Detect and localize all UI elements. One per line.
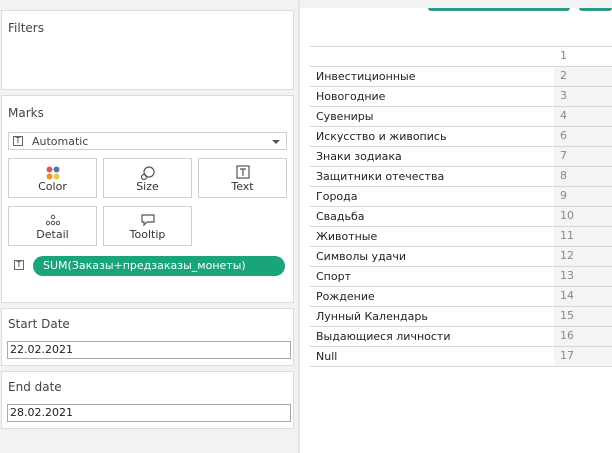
marks-title: Marks (8, 106, 44, 120)
table-row[interactable]: Защитники отечества 8 (310, 167, 612, 187)
row-value: 2 (560, 69, 567, 82)
row-label: Null (316, 350, 338, 363)
row-value: 3 (560, 89, 567, 102)
row-value: 7 (560, 149, 567, 162)
row-label: Спорт (316, 270, 351, 283)
view-area: 1 Инвестиционные 2 Новогодние 3 Сувениры 4 Иск… (300, 8, 612, 453)
row-label: Защитники отечества (316, 170, 445, 183)
table-row[interactable]: Выдающиеся личности 16 (310, 327, 612, 347)
text-mark-icon: T (13, 136, 23, 146)
row-label: Символы удачи (316, 250, 407, 263)
detail-button[interactable]: Detail (8, 206, 97, 246)
row-label: Сувениры (316, 110, 374, 123)
row-label: Выдающиеся личности (316, 330, 451, 343)
row-value: 16 (560, 329, 574, 342)
text-mark-icon: T (14, 260, 24, 270)
row-label: Инвестиционные (316, 70, 416, 83)
chevron-down-icon[interactable] (272, 140, 280, 144)
table-row[interactable]: Животные 11 (310, 227, 612, 247)
size-icon (140, 166, 155, 181)
table-row[interactable]: Лунный Календарь 15 (310, 307, 612, 327)
color-dots-icon (46, 166, 59, 180)
table-row[interactable]: Свадьба 10 (310, 207, 612, 227)
end-date-card: End date 28.02.2021 (1, 371, 294, 429)
header-value: 1 (560, 49, 567, 62)
end-date-title: End date (8, 380, 62, 394)
table-row[interactable]: Символы удачи 12 (310, 247, 612, 267)
row-label: Животные (316, 230, 378, 243)
mark-type-dropdown[interactable]: T Automatic (8, 132, 287, 150)
detail-icon (45, 214, 60, 226)
tooltip-button[interactable]: Tooltip (103, 206, 192, 246)
tooltip-button-label: Tooltip (129, 228, 166, 241)
text-icon (235, 165, 250, 179)
row-value: 9 (560, 189, 567, 202)
size-button-label: Size (136, 180, 159, 193)
table-row[interactable]: Искусство и живопись 6 (310, 127, 612, 147)
row-label: Лунный Календарь (316, 310, 428, 323)
row-value: 15 (560, 309, 574, 322)
text-button-label: Text (231, 180, 254, 193)
filters-card: Filters (1, 10, 294, 90)
row-value: 17 (560, 349, 574, 362)
color-button[interactable]: Color (8, 158, 97, 198)
start-date-card: Start Date 22.02.2021 (1, 308, 294, 366)
table-row[interactable]: Инвестиционные 2 (310, 67, 612, 87)
header-row: 1 (310, 47, 612, 67)
row-label: Города (316, 190, 358, 203)
detail-button-label: Detail (36, 228, 69, 241)
text-button[interactable]: Text (198, 158, 287, 198)
tooltip-icon (140, 214, 155, 227)
row-value: 8 (560, 169, 567, 182)
mark-type-value: Automatic (32, 135, 89, 148)
marks-card: Marks T Automatic Color Size Text Detail… (1, 95, 294, 303)
row-value: 11 (560, 229, 574, 242)
row-label: Новогодние (316, 90, 386, 103)
row-label: Рождение (316, 290, 375, 303)
row-value: 10 (560, 209, 574, 222)
sheet-tab[interactable] (428, 8, 570, 11)
measure-pill[interactable]: SUM(Заказы+предзаказы_монеты) (33, 256, 285, 276)
row-value: 12 (560, 249, 574, 262)
row-label: Искусство и живопись (316, 130, 447, 143)
table-row[interactable]: Города 9 (310, 187, 612, 207)
filters-title: Filters (8, 21, 44, 35)
row-value: 14 (560, 289, 574, 302)
row-value: 4 (560, 109, 567, 122)
row-value: 6 (560, 129, 567, 142)
sheet-tab[interactable] (579, 8, 612, 11)
table-row[interactable]: Новогодние 3 (310, 87, 612, 107)
row-value: 13 (560, 269, 574, 282)
color-button-label: Color (38, 180, 67, 193)
end-date-input[interactable]: 28.02.2021 (7, 404, 291, 422)
start-date-title: Start Date (8, 317, 70, 331)
table-row[interactable]: Рождение 14 (310, 287, 612, 307)
table-row[interactable]: Знаки зодиака 7 (310, 147, 612, 167)
row-label: Свадьба (316, 210, 365, 223)
table-row[interactable]: Сувениры 4 (310, 107, 612, 127)
row-label: Знаки зодиака (316, 150, 402, 163)
table-row[interactable]: Null 17 (310, 347, 612, 367)
table-row[interactable]: Спорт 13 (310, 267, 612, 287)
left-panel: Filters Marks T Automatic Color Size Tex… (0, 0, 298, 453)
start-date-input[interactable]: 22.02.2021 (7, 341, 291, 359)
size-button[interactable]: Size (103, 158, 192, 198)
